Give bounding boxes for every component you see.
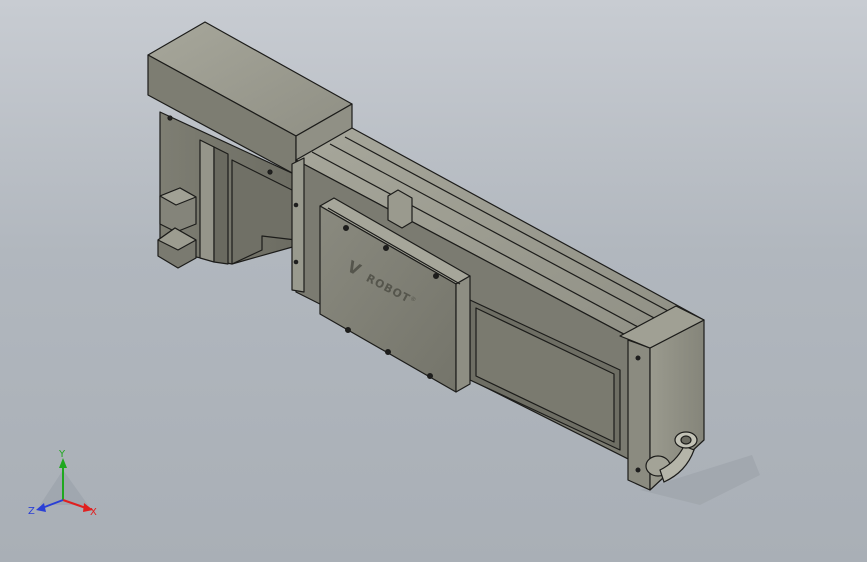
z-axis-label: Z [28, 506, 35, 517]
screw-icon [267, 169, 273, 175]
screw-icon [167, 115, 173, 121]
model-canvas[interactable]: V ROBOT ® Y X Z [0, 0, 867, 562]
x-axis-label: X [90, 507, 97, 518]
screw-icon [635, 355, 641, 361]
carriage-side [455, 275, 471, 393]
screw-icon [635, 467, 641, 473]
screw-icon [293, 202, 299, 208]
screw-icon [293, 259, 299, 265]
screw-icon [385, 349, 392, 356]
screw-icon [427, 373, 434, 380]
screw-icon [433, 273, 440, 280]
cad-viewport[interactable]: V ROBOT ® Y X Z [0, 0, 867, 562]
axis-triad: Y X Z [28, 449, 97, 518]
carriage-bracket [387, 189, 413, 229]
fitting-port-inner [680, 435, 692, 445]
screw-icon [383, 245, 390, 252]
motor-rib [213, 146, 229, 265]
screw-icon [343, 225, 350, 232]
motor-flange [291, 157, 305, 293]
screw-icon [345, 327, 352, 334]
motor-rib [199, 139, 215, 263]
y-axis-label: Y [58, 449, 66, 460]
